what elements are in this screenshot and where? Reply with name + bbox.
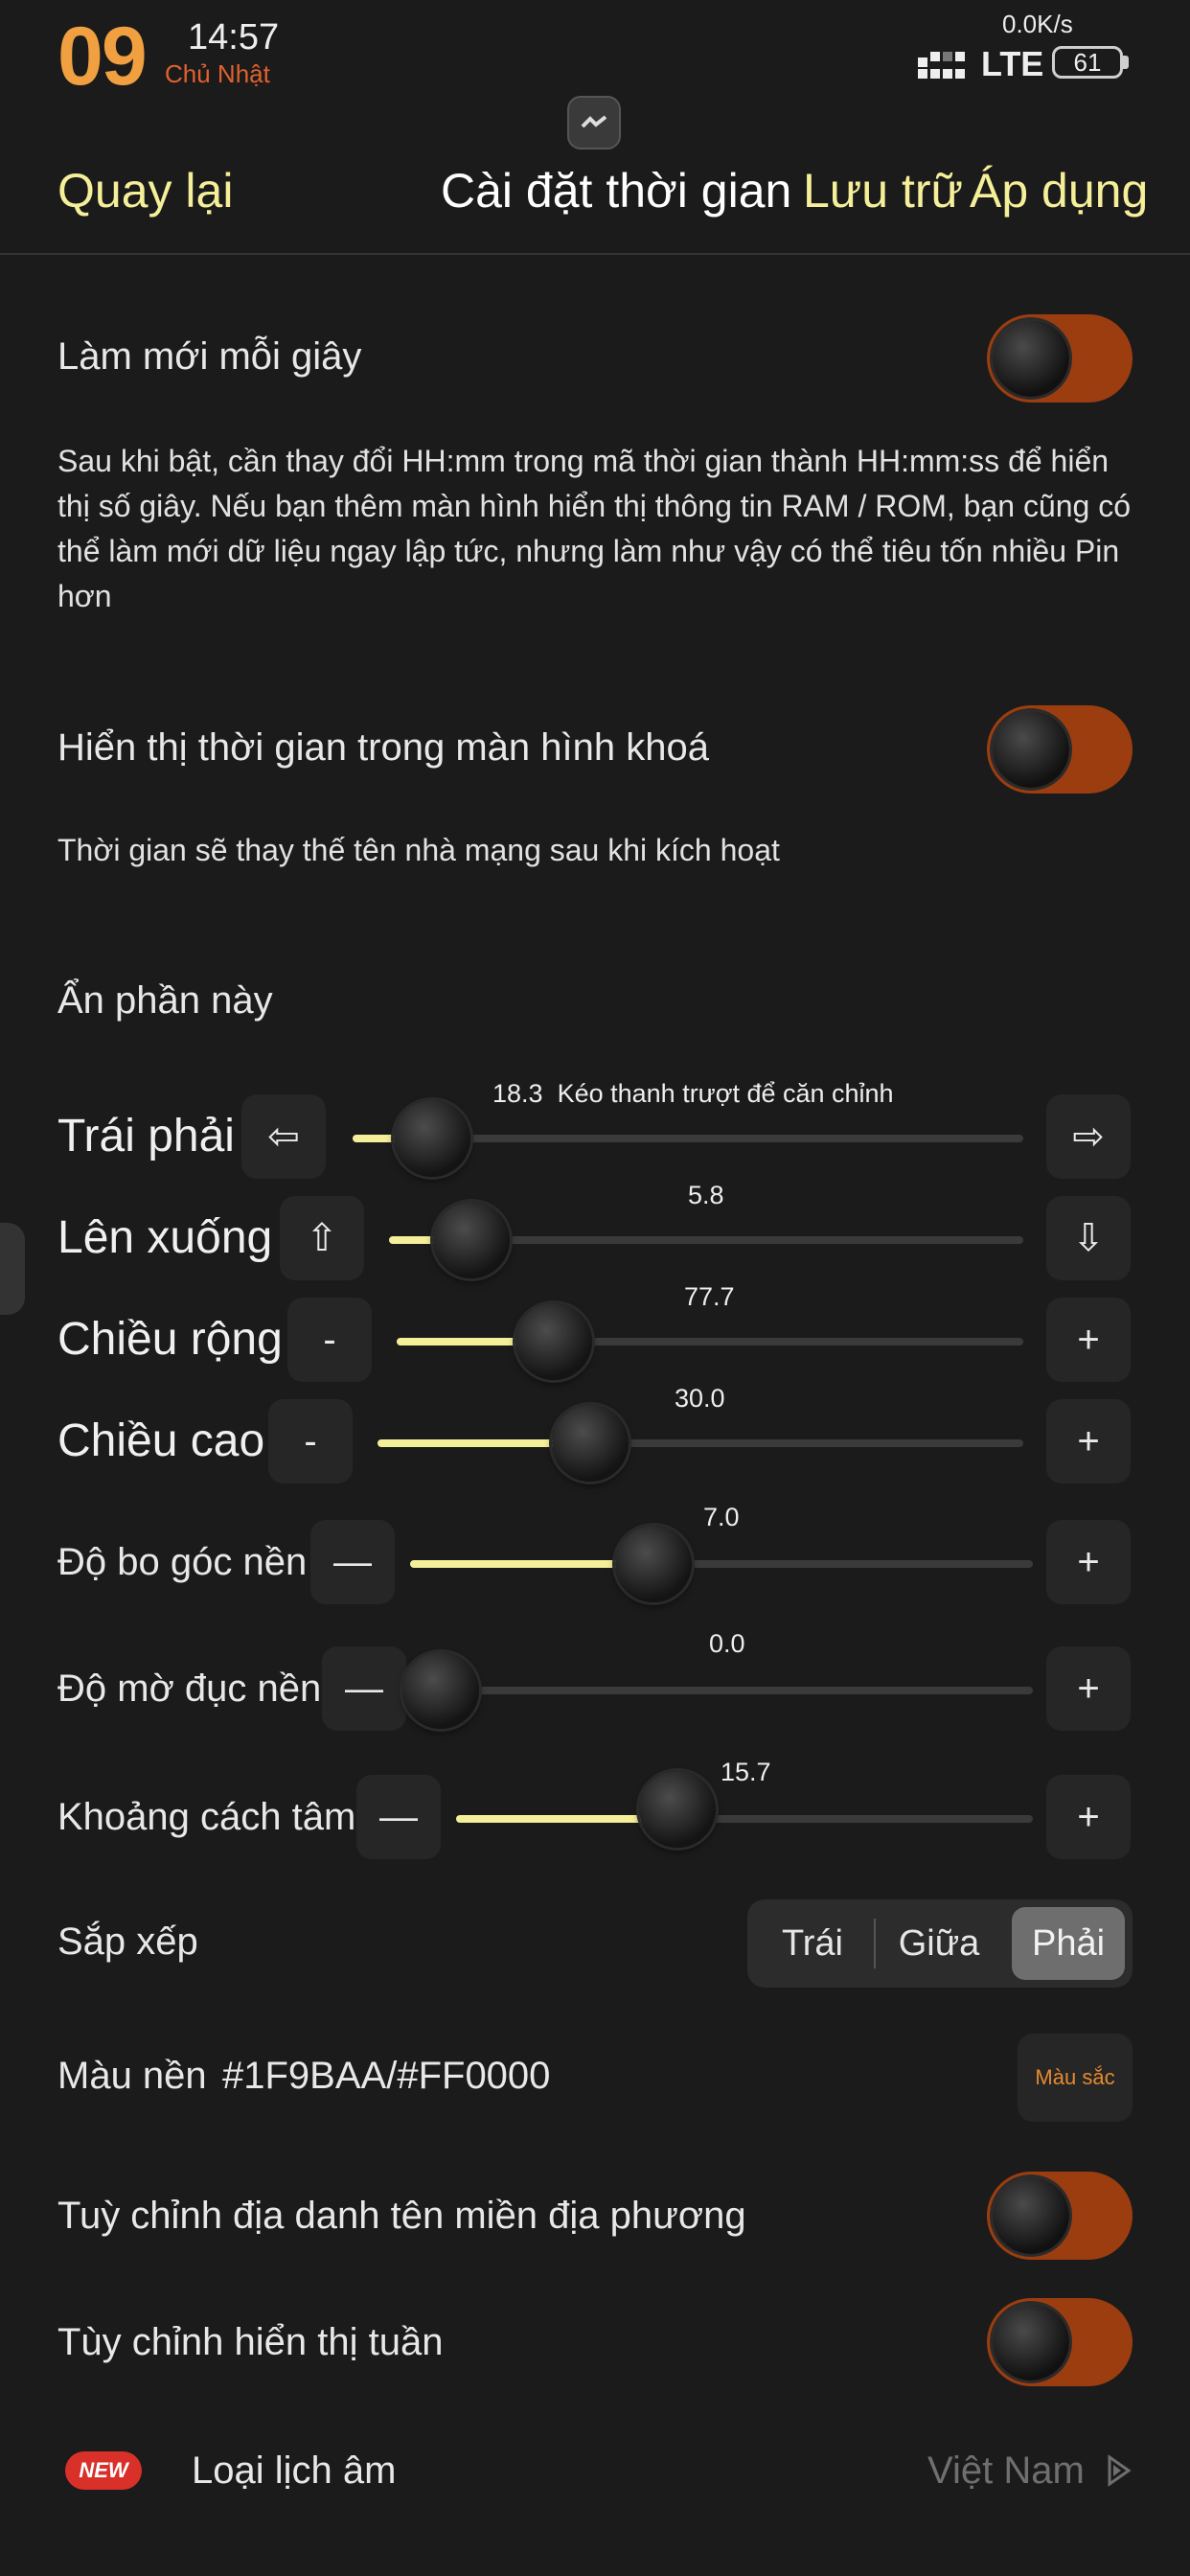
horizontal-slider-thumb[interactable] <box>394 1100 470 1177</box>
status-network: LTE <box>981 44 1044 83</box>
corner-slider-thumb[interactable] <box>615 1526 692 1602</box>
hide-section-label[interactable]: Ẩn phần này <box>57 979 273 1023</box>
height-label: Chiều cao <box>57 1415 265 1466</box>
width-increase-button[interactable]: + <box>1046 1298 1131 1382</box>
opacity-label: Độ mờ đục nền <box>57 1668 322 1710</box>
right-arrow-button[interactable]: ⇨ <box>1046 1094 1131 1179</box>
vertical-label: Lên xuống <box>57 1212 273 1263</box>
width-label: Chiều rộng <box>57 1314 283 1365</box>
app-logo-icon <box>581 115 607 128</box>
slider-fill <box>456 1815 658 1823</box>
opacity-increase-button[interactable]: + <box>1046 1646 1131 1731</box>
week-label: Tùy chỉnh hiển thị tuần <box>57 2321 444 2363</box>
spacing-decrease-button[interactable]: — <box>356 1775 441 1859</box>
refresh-label: Làm mới mỗi giây <box>57 335 362 378</box>
lockscreen-toggle[interactable] <box>987 705 1133 794</box>
corner-value: 7.0 <box>703 1503 740 1531</box>
page-title: Cài đặt thời gian <box>441 164 792 218</box>
segment-divider <box>874 1919 876 1968</box>
battery-tip <box>1123 56 1129 69</box>
spacing-slider-thumb[interactable] <box>638 1771 716 1848</box>
signal-icon <box>918 52 965 79</box>
toggle-knob <box>993 320 1069 397</box>
width-slider-thumb[interactable] <box>515 1303 592 1380</box>
local-domain-label: Tuỳ chỉnh địa danh tên miền địa phương <box>57 2195 746 2237</box>
lunar-calendar-label[interactable]: Loại lịch âm <box>192 2450 396 2493</box>
color-picker-button[interactable]: Màu sắc <box>1018 2034 1133 2122</box>
new-badge: NEW <box>65 2451 142 2490</box>
corner-increase-button[interactable]: + <box>1046 1520 1131 1604</box>
floating-app-icon[interactable] <box>567 96 621 150</box>
apply-button[interactable]: Áp dụng <box>970 163 1148 218</box>
lockscreen-description: Thời gian sẽ thay thế tên nhà mạng sau k… <box>57 833 780 867</box>
horizontal-label: Trái phải <box>57 1111 235 1162</box>
toggle-knob <box>993 2177 1069 2254</box>
status-net-speed: 0.0K/s <box>1002 10 1073 38</box>
status-time: 14:57 <box>188 17 280 58</box>
back-button[interactable]: Quay lại <box>57 163 233 218</box>
left-arrow-button[interactable]: ⇦ <box>241 1094 326 1179</box>
status-weekday: Chủ Nhật <box>165 59 270 88</box>
opacity-slider[interactable] <box>422 1687 1033 1694</box>
height-slider-thumb[interactable] <box>552 1405 629 1482</box>
toggle-knob <box>993 711 1069 788</box>
slider-fill <box>378 1439 572 1447</box>
slider-fill <box>410 1560 634 1568</box>
header-divider <box>0 253 1190 255</box>
corner-label: Độ bo góc nền <box>57 1541 308 1583</box>
save-button[interactable]: Lưu trữ <box>803 163 963 218</box>
spacing-label: Khoảng cách tâm <box>57 1796 356 1838</box>
up-arrow-button[interactable]: ⇧ <box>280 1196 364 1280</box>
arrange-label: Sắp xếp <box>57 1920 198 1963</box>
down-arrow-button[interactable]: ⇩ <box>1046 1196 1131 1280</box>
toggle-knob <box>993 2304 1069 2380</box>
spacing-increase-button[interactable]: + <box>1046 1775 1131 1859</box>
local-domain-toggle[interactable] <box>987 2172 1133 2260</box>
height-value: 30.0 <box>675 1384 725 1413</box>
arrange-left-option[interactable]: Trái <box>755 1907 870 1980</box>
corner-decrease-button[interactable]: — <box>310 1520 395 1604</box>
slider-fill <box>397 1338 535 1346</box>
spacing-value: 15.7 <box>721 1758 771 1786</box>
refresh-description: Sau khi bật, cần thay đổi HH:mm trong mã… <box>57 444 1132 613</box>
width-slider[interactable] <box>397 1338 1023 1346</box>
opacity-slider-thumb[interactable] <box>402 1652 479 1729</box>
vertical-value: 5.8 <box>688 1181 724 1209</box>
arrange-segmented-control: Trái Giữa Phải <box>747 1899 1133 1988</box>
width-value: 77.7 <box>684 1282 735 1311</box>
lunar-calendar-value[interactable]: Việt Nam <box>927 2450 1085 2493</box>
spacing-slider[interactable] <box>456 1815 1033 1823</box>
background-color-value: #1F9BAA/#FF0000 <box>222 2055 551 2097</box>
height-increase-button[interactable]: + <box>1046 1399 1131 1484</box>
play-arrow-icon[interactable] <box>1104 2453 1134 2488</box>
week-toggle[interactable] <box>987 2298 1133 2386</box>
width-decrease-button[interactable]: - <box>287 1298 372 1382</box>
horizontal-value: 18.3 Kéo thanh trượt để căn chỉnh <box>492 1079 894 1108</box>
arrange-right-option[interactable]: Phải <box>1012 1907 1125 1980</box>
edge-handle[interactable] <box>0 1223 25 1315</box>
status-day: 09 <box>57 11 148 103</box>
height-slider[interactable] <box>378 1439 1023 1447</box>
battery-icon: 61 <box>1052 46 1123 79</box>
background-color-label: Màu nền <box>57 2055 207 2097</box>
refresh-toggle[interactable] <box>987 314 1133 402</box>
height-decrease-button[interactable]: - <box>268 1399 353 1484</box>
opacity-value: 0.0 <box>709 1629 745 1658</box>
opacity-decrease-button[interactable]: — <box>322 1646 406 1731</box>
arrange-center-option[interactable]: Giữa <box>881 1907 996 1980</box>
corner-slider[interactable] <box>410 1560 1033 1568</box>
lockscreen-label: Hiển thị thời gian trong màn hình khoá <box>57 726 709 769</box>
vertical-slider-thumb[interactable] <box>433 1202 511 1278</box>
